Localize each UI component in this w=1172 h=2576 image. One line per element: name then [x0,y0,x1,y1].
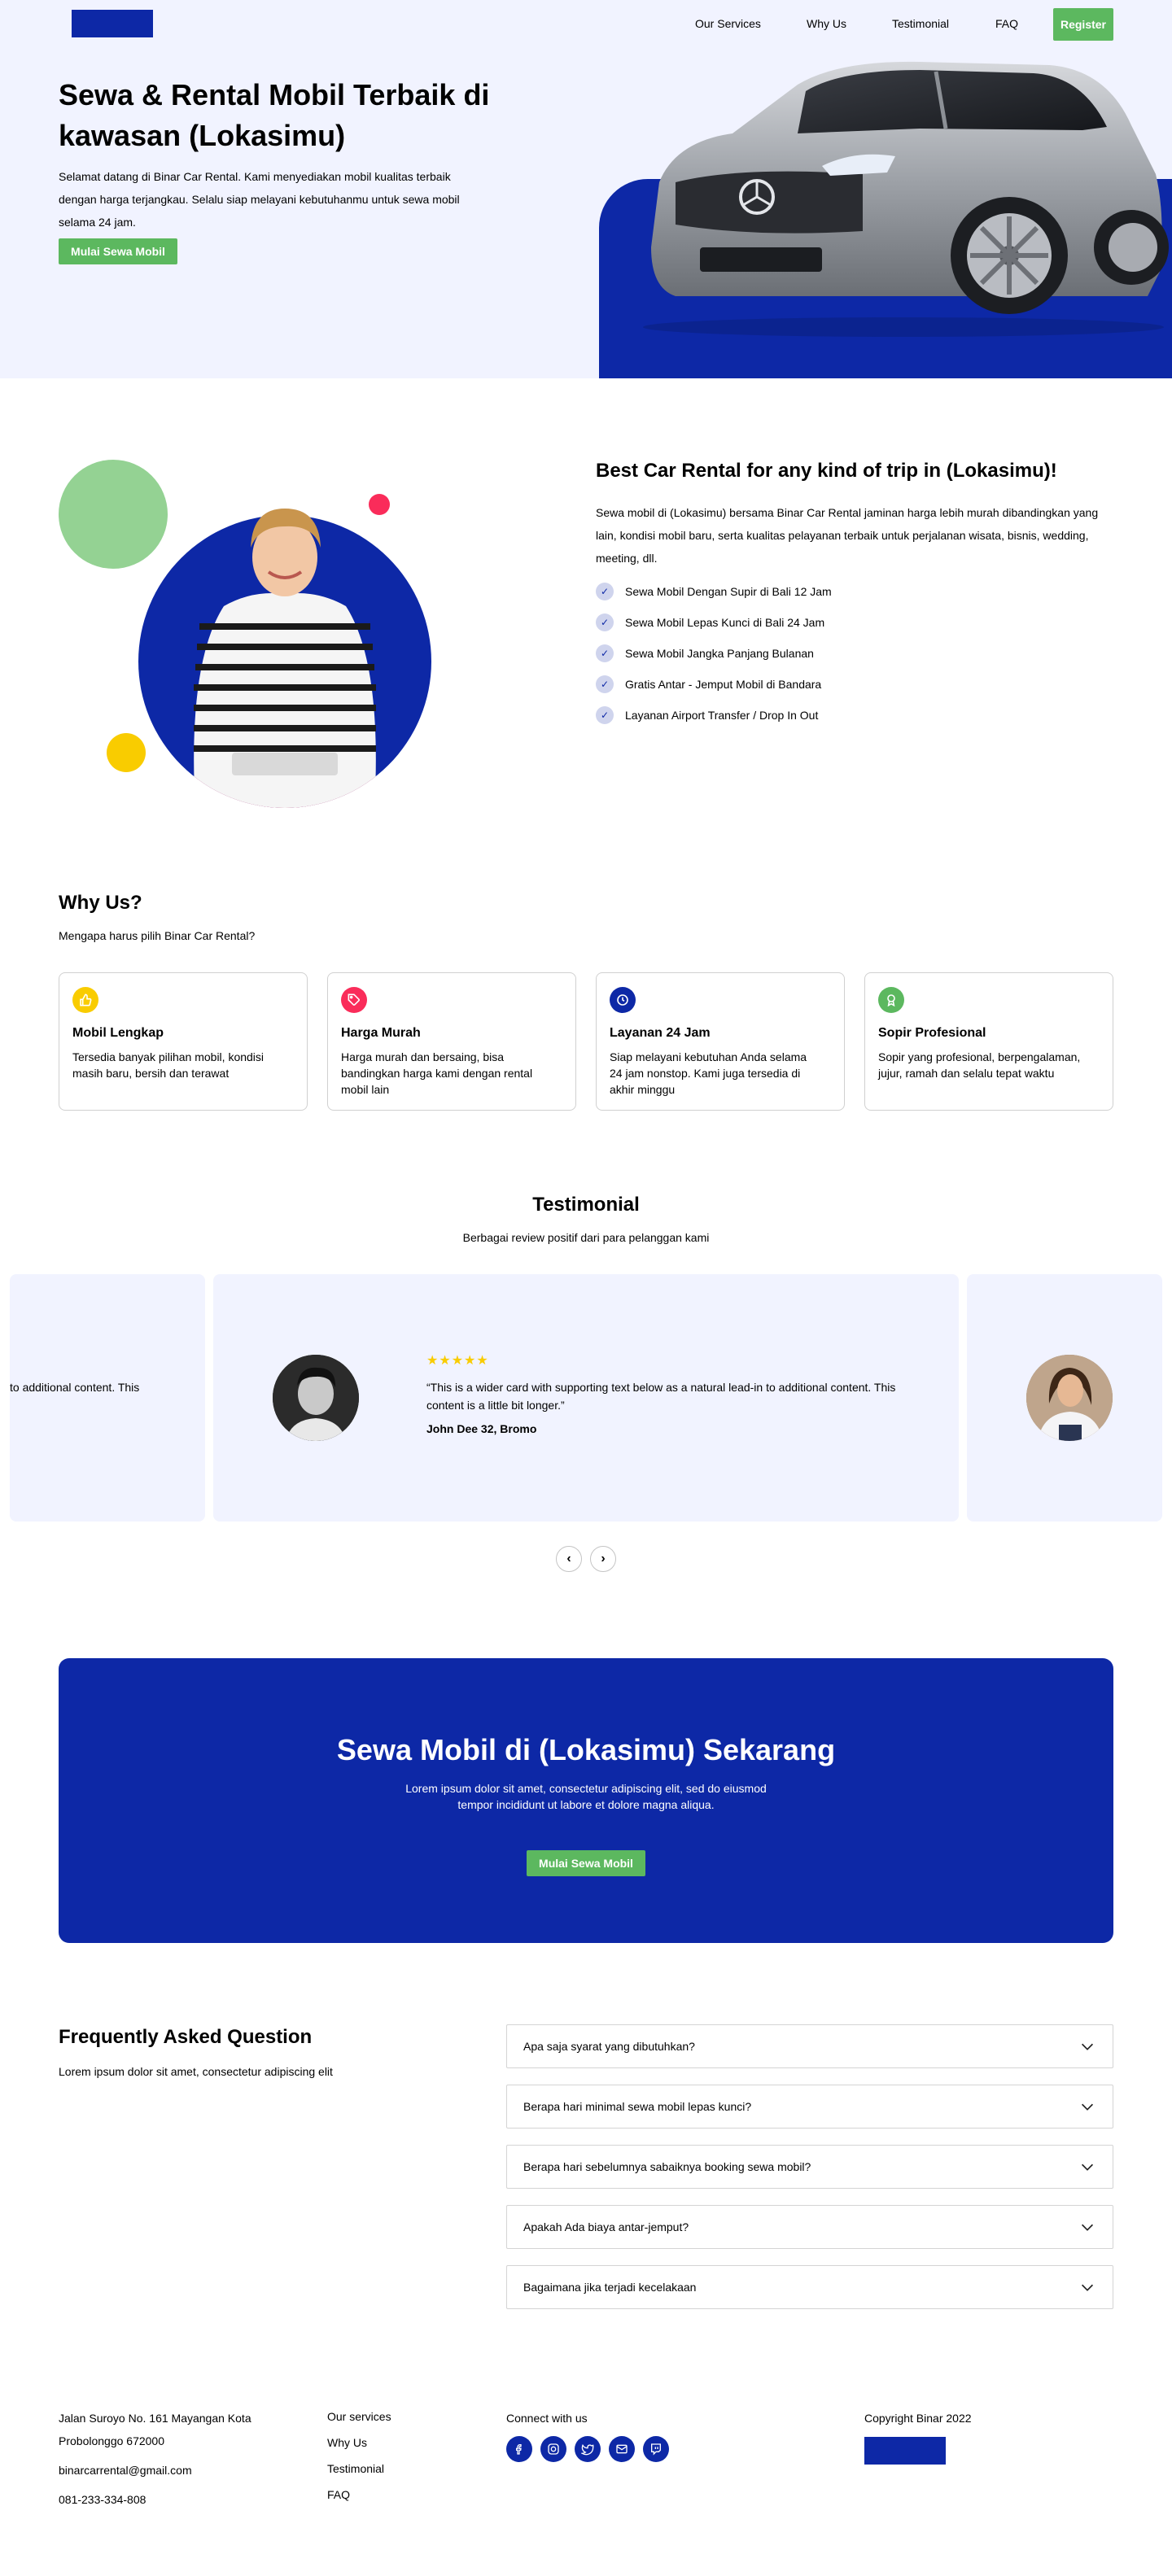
testimonial-title: Testimonial [532,1194,640,1216]
check-icon: ✓ [596,675,614,693]
hero-title: Sewa & Rental Mobil Terbaik di kawasan (… [59,78,490,152]
why-card-title: Harga Murah [341,1026,421,1040]
twitch-icon[interactable] [643,2436,669,2462]
why-card-title: Layanan 24 Jam [610,1026,711,1040]
faq-question: Berapa hari minimal sewa mobil lepas kun… [523,2100,752,2113]
list-item: ✓ Gratis Antar - Jemput Mobil di Bandara [596,669,832,700]
testimonial-card-partial-right [967,1274,1162,1522]
footer-connect-label: Connect with us [506,2412,588,2425]
car-image [643,61,1169,337]
testimonial-card-partial-left: to additional content. This [10,1274,205,1522]
twitter-icon[interactable] [575,2436,601,2462]
faq-title: Frequently Asked Question [59,2026,313,2048]
faq-question: Bagaimana jika terjadi kecelakaan [523,2281,697,2294]
check-icon: ✓ [596,706,614,724]
carousel-prev-button[interactable]: ‹ [556,1546,582,1572]
services-description: Sewa mobil di (Lokasimu) bersama Binar C… [596,506,1099,565]
why-card-layanan-24-jam: Layanan 24 Jam Siap melayani kebutuhan A… [596,972,845,1111]
avatar [273,1355,359,1441]
avatar [1026,1355,1113,1441]
check-icon: ✓ [596,613,614,631]
cta-description: Lorem ipsum dolor sit amet, consectetur … [405,1782,767,1811]
faq-item[interactable]: Bagaimana jika terjadi kecelakaan [506,2265,1113,2309]
footer-address-line1: Jalan Suroyo No. 161 Mayangan Kota [59,2412,251,2425]
footer-link-why-us[interactable]: Why Us [327,2436,367,2449]
nav-our-services[interactable]: Our Services [695,17,761,30]
register-button[interactable]: Register [1053,8,1113,41]
faq-subtitle: Lorem ipsum dolor sit amet, consectetur … [59,2065,333,2078]
why-card-title: Mobil Lengkap [72,1026,164,1040]
why-card-sopir-profesional: Sopir Profesional Sopir yang profesional… [864,972,1113,1111]
logo[interactable] [72,10,153,37]
list-item: ✓ Sewa Mobil Jangka Panjang Bulanan [596,638,832,669]
hero-description: Selamat datang di Binar Car Rental. Kami… [59,170,460,229]
footer-link-faq[interactable]: FAQ [327,2488,350,2501]
testimonial-name: John Dee 32, Bromo [426,1422,537,1435]
faq-item[interactable]: Berapa hari sebelumnya sabaiknya booking… [506,2145,1113,2189]
cta-banner: Sewa Mobil di (Lokasimu) Sekarang Lorem … [59,1658,1113,1943]
nav-why-us[interactable]: Why Us [807,17,846,30]
clock-icon [610,987,636,1013]
services-title: Best Car Rental for any kind of trip in … [596,460,1057,482]
why-card-desc: Tersedia banyak pilihan mobil, kondisi m… [72,1050,265,1080]
chevron-down-icon [1081,2163,1094,2171]
chevron-down-icon [1081,2284,1094,2291]
faq-item[interactable]: Berapa hari minimal sewa mobil lepas kun… [506,2085,1113,2128]
why-card-desc: Harga murah dan bersaing, bisa bandingka… [341,1050,533,1096]
nav-testimonial[interactable]: Testimonial [892,17,949,30]
services-list: ✓ Sewa Mobil Dengan Supir di Bali 12 Jam … [596,576,832,731]
faq-question: Apakah Ada biaya antar-jemput? [523,2220,689,2233]
carousel-next-button[interactable]: › [590,1546,616,1572]
tag-icon [341,987,367,1013]
hero-section: Our Services Why Us Testimonial FAQ Regi… [0,0,1172,378]
nav-faq[interactable]: FAQ [995,17,1018,30]
why-card-harga-murah: Harga Murah Harga murah dan bersaing, bi… [327,972,576,1111]
why-us-subtitle: Mengapa harus pilih Binar Car Rental? [59,929,256,942]
why-card-title: Sopir Profesional [878,1026,986,1040]
facebook-icon[interactable] [506,2436,532,2462]
why-us-title: Why Us? [59,892,142,914]
footer-logo[interactable] [864,2437,946,2465]
cta-button[interactable]: Mulai Sewa Mobil [527,1850,645,1876]
why-card-mobil-lengkap: Mobil Lengkap Tersedia banyak pilihan mo… [59,972,308,1111]
faq-item[interactable]: Apa saja syarat yang dibutuhkan? [506,2024,1113,2068]
footer-copyright: Copyright Binar 2022 [864,2412,972,2425]
testimonial-card-active: ★★★★★ “This is a wider card with support… [213,1274,959,1522]
chevron-down-icon [1081,2224,1094,2231]
check-icon: ✓ [596,644,614,662]
faq-question: Berapa hari sebelumnya sabaiknya booking… [523,2160,811,2173]
list-item: ✓ Layanan Airport Transfer / Drop In Out [596,700,832,731]
list-item: ✓ Sewa Mobil Lepas Kunci di Bali 24 Jam [596,607,832,638]
faq-question: Apa saja syarat yang dibutuhkan? [523,2040,695,2053]
cta-title: Sewa Mobil di (Lokasimu) Sekarang [336,1733,836,1766]
check-icon: ✓ [596,583,614,600]
chevron-down-icon [1081,2043,1094,2050]
footer-link-our-services[interactable]: Our services [327,2410,391,2423]
instagram-icon[interactable] [540,2436,566,2462]
footer-email: binarcarrental@gmail.com [59,2464,192,2477]
faq-item[interactable]: Apakah Ada biaya antar-jemput? [506,2205,1113,2249]
list-item: ✓ Sewa Mobil Dengan Supir di Bali 12 Jam [596,576,832,607]
testimonial-subtitle: Berbagai review positif dari para pelang… [462,1231,710,1244]
footer-link-testimonial[interactable]: Testimonial [327,2462,384,2475]
footer-phone: 081-233-334-808 [59,2493,146,2506]
chevron-down-icon [1081,2103,1094,2111]
hero-cta-button[interactable]: Mulai Sewa Mobil [59,238,177,264]
why-card-desc: Siap melayani kebutuhan Anda selama 24 j… [610,1050,807,1096]
why-card-desc: Sopir yang profesional, berpengalaman, j… [878,1050,1081,1080]
thumbs-up-icon [72,987,98,1013]
mail-icon[interactable] [609,2436,635,2462]
testimonial-quote: to additional content. This [10,1381,140,1394]
rating-stars: ★★★★★ [426,1354,489,1368]
service-illustration [59,460,431,808]
testimonial-quote: “This is a wider card with supporting te… [426,1381,896,1412]
award-icon [878,987,904,1013]
footer-address-line2: Probolonggo 672000 [59,2434,165,2447]
